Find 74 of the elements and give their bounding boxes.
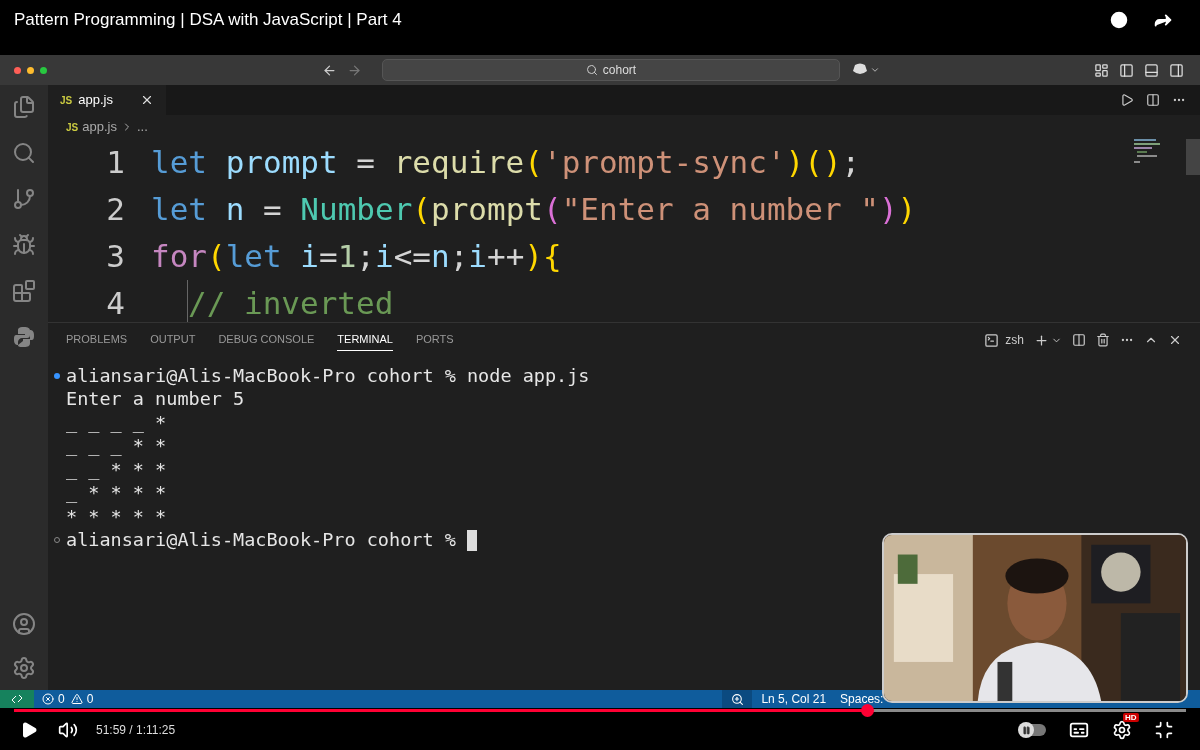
panel-bottom-icon[interactable] xyxy=(1144,62,1159,78)
code-line: // inverted xyxy=(188,284,394,322)
progress-track[interactable] xyxy=(14,708,1186,712)
panel-tab[interactable]: TERMINAL xyxy=(337,329,393,351)
search-icon xyxy=(585,64,598,76)
line-number: 3 xyxy=(105,237,126,277)
terminal-line: * * * * * xyxy=(66,505,167,528)
time-display: 51:59 / 1:11:25 xyxy=(96,722,176,739)
indentation[interactable]: Spaces: xyxy=(840,690,884,708)
scrollbar-thumb xyxy=(1186,139,1200,175)
run-icon[interactable] xyxy=(1120,93,1134,107)
blocks-icon[interactable] xyxy=(12,279,36,303)
close-icon[interactable] xyxy=(140,93,154,107)
shell-name[interactable]: zsh xyxy=(1005,331,1024,349)
bug-icon[interactable] xyxy=(12,233,36,257)
warning-icon[interactable] xyxy=(70,693,83,705)
breadcrumb-file[interactable]: app.js xyxy=(82,117,117,137)
terminal-line: aliansari@Alis-MacBook-Pro cohort % xyxy=(66,529,456,552)
trash-icon[interactable] xyxy=(1096,333,1110,347)
account-icon[interactable] xyxy=(12,612,36,636)
search-text: cohort xyxy=(602,62,637,79)
layout-icon[interactable] xyxy=(1094,62,1109,78)
cursor xyxy=(466,529,477,551)
terminal-line: Enter a number 5 xyxy=(66,388,245,411)
line-number: 1 xyxy=(105,143,126,183)
python-icon[interactable] xyxy=(12,325,36,349)
error-count[interactable]: 0 xyxy=(58,690,65,708)
autoplay-toggle[interactable] xyxy=(1019,724,1046,736)
file-type-label: JS xyxy=(60,93,73,108)
breadcrumb-more[interactable]: ... xyxy=(136,117,148,137)
split-terminal-icon[interactable] xyxy=(1072,333,1086,347)
command-center-search[interactable]: cohort xyxy=(382,59,840,81)
panel-tab[interactable]: PORTS xyxy=(415,329,454,351)
chevron-icon[interactable] xyxy=(870,65,880,75)
panel-tab[interactable]: PROBLEMS xyxy=(66,329,128,351)
pause-icon xyxy=(1021,725,1031,735)
file-type-label: JS xyxy=(66,120,79,135)
editor-tab[interactable]: JS app.js xyxy=(48,85,166,115)
line-number: 2 xyxy=(105,190,126,230)
close-icon[interactable] xyxy=(1168,333,1182,347)
terminal-line: _ _ _ _ * xyxy=(66,411,167,434)
zoom-icon xyxy=(730,692,744,706)
code-line: let prompt = require('prompt-sync')(); xyxy=(151,143,861,183)
terminal-icon[interactable] xyxy=(984,332,1000,348)
terminal-line: _ _ _ * * xyxy=(66,435,167,458)
cursor-position[interactable]: Ln 5, Col 21 xyxy=(761,690,827,708)
code-line: for(let i=1;i<=n;i++){ xyxy=(151,237,562,277)
terminal-line: _ _ * * * xyxy=(66,458,167,481)
code-line: let n = Number(prompt("Enter a number ")) xyxy=(151,190,917,230)
forward-arrow-icon[interactable] xyxy=(347,62,362,78)
video-title: Pattern Programming | DSA with JavaScript | Part 4 xyxy=(14,9,402,32)
warning-count[interactable]: 0 xyxy=(86,690,94,708)
exit-fullscreen-icon[interactable] xyxy=(1154,720,1174,740)
error-icon[interactable] xyxy=(42,693,54,705)
terminal-line: _ * * * * xyxy=(66,482,167,505)
volume-icon[interactable] xyxy=(58,720,78,740)
panel-tab[interactable]: OUTPUT xyxy=(150,329,196,351)
remote-indicator[interactable] xyxy=(0,690,34,708)
panel-tab[interactable]: DEBUG CONSOLE xyxy=(218,329,315,351)
zoom-indicator[interactable] xyxy=(722,690,753,708)
tab-label: app.js xyxy=(78,91,113,110)
branch-icon[interactable] xyxy=(12,187,36,211)
settings-icon[interactable] xyxy=(1112,720,1132,740)
quality-badge: HD xyxy=(1123,713,1139,722)
search-icon[interactable] xyxy=(12,141,36,165)
panel-left-icon[interactable] xyxy=(1119,62,1134,78)
split-editor-icon[interactable] xyxy=(1146,93,1160,107)
panel-right-icon[interactable] xyxy=(1169,62,1184,78)
remote-icon xyxy=(11,693,23,705)
play-icon[interactable] xyxy=(20,721,38,739)
terminal-line: aliansari@Alis-MacBook-Pro cohort % node app.js xyxy=(66,364,590,387)
files-icon[interactable] xyxy=(12,95,36,119)
line-number: 4 xyxy=(105,284,126,322)
add-icon[interactable] xyxy=(1034,332,1049,348)
